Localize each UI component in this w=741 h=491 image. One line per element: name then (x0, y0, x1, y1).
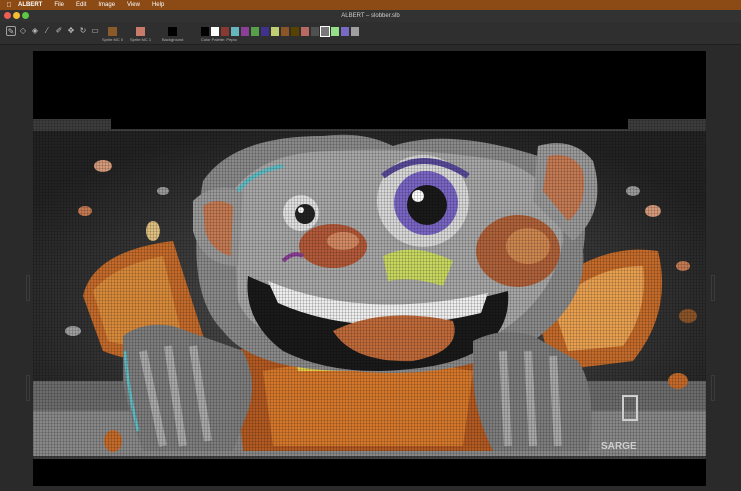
select-tool-icon[interactable]: ▭ (90, 26, 100, 36)
palette-color-6[interactable] (261, 27, 269, 36)
palette-color-9[interactable] (291, 27, 299, 36)
palette-color-8[interactable] (281, 27, 289, 36)
move-tool-icon[interactable]: ✥ (66, 26, 76, 36)
picker-tool-icon[interactable]: ✐ (54, 26, 64, 36)
color-slot-0-label: Sprite MC 0 (102, 37, 124, 42)
left-resize-handle-2[interactable] (26, 375, 30, 401)
palette-color-11[interactable] (311, 27, 319, 36)
menu-bar:  ALBERT File Edit Image View Help (0, 0, 741, 10)
menu-file[interactable]: File (54, 0, 64, 10)
palette-color-15[interactable] (351, 27, 359, 36)
apple-icon[interactable]:  (0, 2, 18, 9)
palette-color-3[interactable] (231, 27, 239, 36)
menu-view[interactable]: View (127, 0, 140, 10)
eyedropper-tool-icon[interactable]: ⁄ (42, 26, 52, 36)
eraser-tool-icon[interactable]: ◇ (18, 26, 28, 36)
palette-color-12[interactable] (320, 26, 330, 37)
menu-help[interactable]: Help (152, 0, 164, 10)
palette-color-10[interactable] (301, 27, 309, 36)
menu-app-name[interactable]: ALBERT (18, 0, 42, 10)
palette-color-4[interactable] (241, 27, 249, 36)
palette-label: Color Palette: Pepto (201, 37, 237, 42)
palette-color-0[interactable] (201, 27, 209, 36)
palette-color-7[interactable] (271, 27, 279, 36)
artwork-image: SARGE (33, 51, 706, 486)
palette-color-13[interactable] (331, 27, 339, 36)
color-slot-2-label: Background (162, 37, 184, 42)
artist-signature: SARGE (601, 441, 637, 452)
color-slot-0-swatch[interactable] (108, 27, 117, 36)
right-resize-handle[interactable] (711, 275, 715, 301)
image-canvas[interactable]: SARGE (33, 51, 706, 486)
toolbar: ✎ ◇ ◈ ⁄ ✐ ✥ ↻ ▭ Sprite MC 0 Sprite MC 1 Background… (0, 22, 741, 45)
window-title: ALBERT – slobber.slb (341, 13, 400, 19)
fill-tool-icon[interactable]: ◈ (30, 26, 40, 36)
color-slot-1-label: Sprite MC 1 (130, 37, 152, 42)
rotate-tool-icon[interactable]: ↻ (78, 26, 88, 36)
color-slot-1-swatch[interactable] (136, 27, 145, 36)
color-slot-2-swatch[interactable] (168, 27, 177, 36)
palette-color-14[interactable] (341, 27, 349, 36)
menu-image[interactable]: Image (98, 0, 115, 10)
pencil-tool-icon[interactable]: ✎ (6, 26, 16, 36)
left-resize-handle[interactable] (26, 275, 30, 301)
menu-edit[interactable]: Edit (76, 0, 86, 10)
palette-color-5[interactable] (251, 27, 259, 36)
palette-color-2[interactable] (221, 27, 229, 36)
right-resize-handle-2[interactable] (711, 375, 715, 401)
palette-color-1[interactable] (211, 27, 219, 36)
